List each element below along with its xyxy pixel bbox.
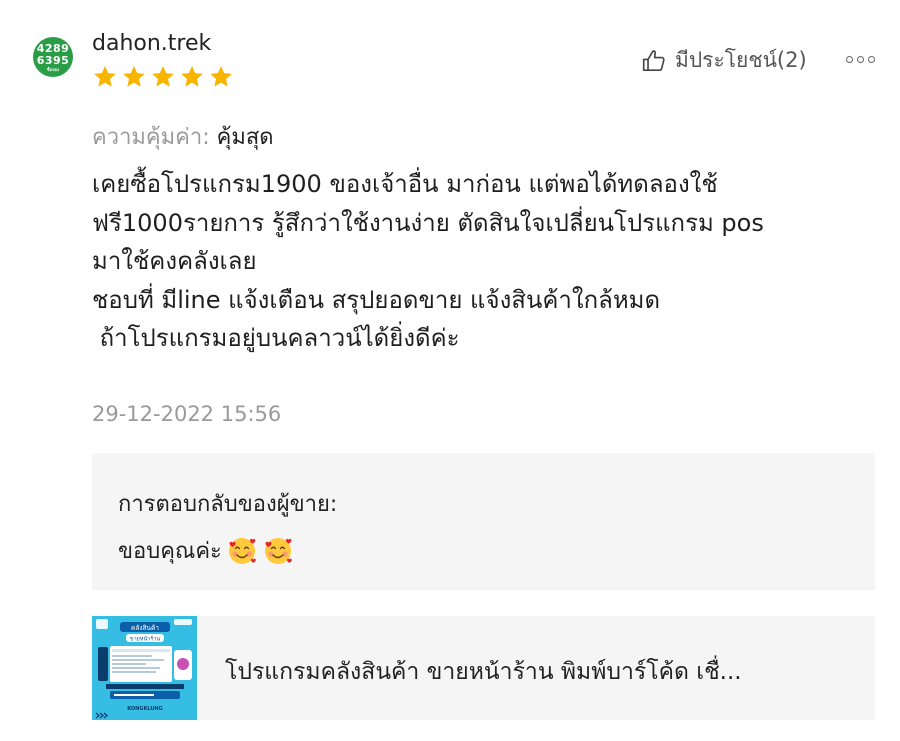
value-text: คุ้มสุด <box>216 125 274 150</box>
review-date: 29-12-2022 15:56 <box>92 402 282 426</box>
product-title[interactable]: โปรแกรมคลังสินค้า ขายหน้าร้าน พิมพ์บาร์โ… <box>225 654 742 690</box>
more-options-button[interactable] <box>846 56 875 63</box>
review-line: ฟรี1000รายการ รู้สึกว่าใช้งานง่าย ตัดสิน… <box>92 208 764 237</box>
more-dot-icon <box>846 56 853 63</box>
product-thumbnail[interactable]: คลังสินค้า ขายหน้าร้าน KONGKLUNG <box>92 616 197 720</box>
thumbs-up-icon <box>642 49 665 71</box>
star-icon <box>181 65 203 87</box>
product-thumbnail-art: คลังสินค้า ขายหน้าร้าน KONGKLUNG <box>92 616 197 720</box>
helpful-button[interactable]: มีประโยชน์(2) <box>641 44 807 77</box>
star-icon <box>210 65 232 87</box>
value-label: ความคุ้มค่า: <box>92 125 210 150</box>
star-icon <box>94 65 116 87</box>
review-line: เคยซื้อโปรแกรม1900 ของเจ้าอื่น มาก่อน แต… <box>92 170 718 198</box>
star-icon <box>123 65 145 87</box>
seller-reply-text-row: ขอบคุณค่ะ <box>118 533 294 568</box>
seller-reply-text: ขอบคุณค่ะ <box>118 539 222 564</box>
thumb-brand: KONGKLUNG <box>127 706 162 712</box>
review-line: มาใช้คงคลังเลย <box>92 247 257 275</box>
reviewer-username[interactable]: dahon.trek <box>92 31 211 56</box>
seller-reply-label: การตอบกลับของผู้ขาย: <box>118 492 338 517</box>
avatar-text-line3: ซื้อของ <box>46 66 60 72</box>
value-for-money: ความคุ้มค่า: คุ้มสุด <box>92 119 274 154</box>
thumb-subheading: ขายหน้าร้าน <box>130 636 161 643</box>
helpful-count-label: มีประโยชน์(2) <box>675 48 807 72</box>
more-dot-icon <box>857 56 864 63</box>
rating-stars <box>92 64 234 90</box>
review-body: เคยซื้อโปรแกรม1900 ของเจ้าอื่น มาก่อน แต… <box>92 165 892 358</box>
seller-reply-panel: การตอบกลับของผู้ขาย: ขอบคุณค่ะ <box>92 453 875 590</box>
thumb-heading: คลังสินค้า <box>131 624 159 632</box>
smiling-face-with-hearts-icon <box>264 537 292 564</box>
smiling-face-with-hearts-icon <box>228 537 256 564</box>
more-dot-icon <box>868 56 875 63</box>
star-icon <box>152 65 174 87</box>
review-line: ชอบที่ มีline แจ้งเตือน สรุปยอดขาย แจ้งส… <box>92 285 661 314</box>
product-card[interactable]: คลังสินค้า ขายหน้าร้าน KONGKLUNG โปรแกรม… <box>92 616 875 720</box>
avatar-text-line1: 4289 <box>36 41 70 55</box>
avatar[interactable]: 4289 6395 ซื้อของ <box>33 37 73 77</box>
avatar-text-line2: 6395 <box>36 53 70 67</box>
review-line: ถ้าโปรแกรมอยู่บนคลาวน์ได้ยิ่งดีค่ะ <box>92 324 460 352</box>
